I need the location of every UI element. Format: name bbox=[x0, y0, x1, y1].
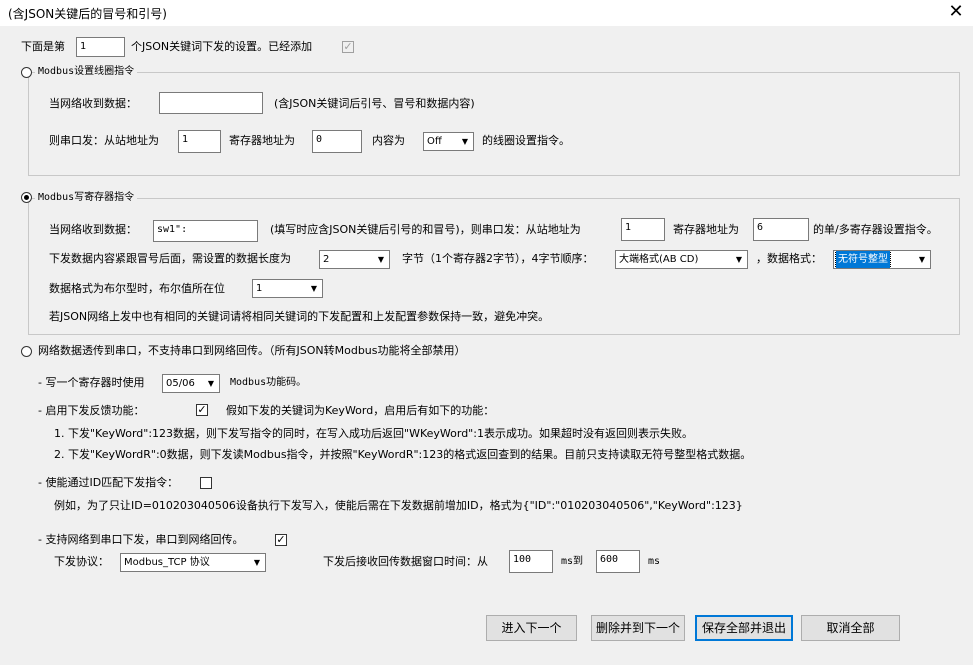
coil-recv-input[interactable] bbox=[159, 92, 263, 114]
chevron-down-icon: ▼ bbox=[918, 255, 926, 264]
func-suffix: Modbus功能码。 bbox=[230, 377, 307, 388]
id-match-label: - 使能通过ID匹配下发指令： bbox=[38, 476, 179, 489]
reg-len-select[interactable]: 2 ▼ bbox=[319, 250, 390, 269]
reg-order-select[interactable]: 大端格式(AB CD) ▼ bbox=[615, 250, 748, 269]
cancel-button[interactable]: 取消全部 bbox=[801, 615, 900, 641]
feedback-checkbox[interactable]: ✓ bbox=[196, 404, 208, 416]
chevron-down-icon: ▼ bbox=[310, 284, 318, 293]
window-ms: ms bbox=[648, 556, 661, 567]
reg-hint: (填写时应含JSON关键后引号的和冒号)，则串口发：从站地址为 bbox=[270, 223, 581, 236]
reg-len-label: 下发数据内容紧跟冒号后面，需设置的数据长度为 bbox=[49, 252, 291, 265]
reg-recv-input[interactable]: sw1": bbox=[153, 220, 258, 242]
coil-reg-input[interactable]: 0 bbox=[312, 130, 362, 153]
coil-recv-hint: (含JSON关键词后引号、冒号和数据内容) bbox=[274, 97, 475, 110]
id-match-checkbox[interactable] bbox=[200, 477, 212, 489]
added-checkbox[interactable]: ✓ bbox=[342, 41, 354, 53]
delete-next-button[interactable]: 删除并到下一个 bbox=[591, 615, 685, 641]
next-button[interactable]: 进入下一个 bbox=[486, 615, 577, 641]
coil-content-select[interactable]: Off ▼ bbox=[423, 132, 474, 151]
reg-format-value: 无符号整型 bbox=[835, 251, 891, 268]
reg-len-value: 2 bbox=[323, 254, 330, 265]
coil-radio[interactable] bbox=[21, 67, 32, 78]
chevron-down-icon: ▼ bbox=[735, 255, 743, 264]
net-serial-checkbox[interactable]: ✓ bbox=[275, 534, 287, 546]
coil-reg-label: 寄存器地址为 bbox=[229, 134, 295, 147]
coil-title: Modbus设置线圈指令 bbox=[35, 64, 138, 80]
reg-recv-label: 当网络收到数据： bbox=[49, 223, 137, 236]
feedback-label: - 启用下发反馈功能： bbox=[38, 404, 145, 417]
window-title: (含JSON关键后的冒号和引号) bbox=[8, 7, 167, 21]
feedback-line1: 1. 下发"KeyWord":123数据，则下发写指令的同时，在写入成功后返回"… bbox=[54, 427, 693, 440]
save-exit-button[interactable]: 保存全部并退出 bbox=[695, 615, 793, 641]
protocol-label: 下发协议： bbox=[54, 555, 109, 568]
reg-format-select[interactable]: 无符号整型 ▼ bbox=[833, 250, 931, 269]
protocol-value: Modbus_TCP 协议 bbox=[124, 557, 210, 568]
reg-format-label: ，数据格式： bbox=[756, 252, 822, 265]
window-from-input[interactable]: 100 bbox=[509, 550, 553, 573]
intro-suffix: 个JSON关键词下发的设置。已经添加 bbox=[131, 40, 313, 53]
feedback-desc: 假如下发的关键词为KeyWord，启用后有如下的功能： bbox=[226, 404, 495, 417]
coil-content-label: 内容为 bbox=[372, 134, 405, 147]
coil-content-value: Off bbox=[427, 136, 442, 147]
reg-reg-label: 寄存器地址为 bbox=[673, 223, 739, 236]
coil-end-label: 的线圈设置指令。 bbox=[482, 134, 570, 147]
coil-send-label: 则串口发：从站地址为 bbox=[49, 134, 159, 147]
reg-bool-value: 1 bbox=[256, 283, 263, 294]
passthrough-radio[interactable] bbox=[21, 346, 32, 357]
reg-bool-select[interactable]: 1 ▼ bbox=[252, 279, 323, 298]
func-prefix: - 写一个寄存器时使用 bbox=[38, 376, 145, 389]
reg-note: 若JSON网络上发中也有相同的关键词请将相同关键词的下发配置和上发配置参数保持一… bbox=[49, 310, 550, 323]
reg-byte-label: 字节（1个寄存器2字节），4字节顺序： bbox=[402, 252, 594, 265]
net-serial-label: - 支持网络到串口下发，串口到网络回传。 bbox=[38, 533, 244, 546]
close-icon[interactable]: ✕ bbox=[944, 2, 968, 24]
window-ms-to: ms到 bbox=[561, 556, 584, 567]
chevron-down-icon: ▼ bbox=[207, 379, 215, 388]
intro-prefix: 下面是第 bbox=[21, 40, 65, 53]
register-radio[interactable] bbox=[21, 192, 32, 203]
id-example: 例如，为了只让ID=010203040506设备执行下发写入，使能后需在下发数据… bbox=[54, 499, 743, 512]
coil-group bbox=[28, 72, 960, 176]
window-to-input[interactable]: 600 bbox=[596, 550, 640, 573]
coil-recv-label: 当网络收到数据： bbox=[49, 97, 137, 110]
protocol-select[interactable]: Modbus_TCP 协议 ▼ bbox=[120, 553, 266, 572]
feedback-line2: 2. 下发"KeyWordR":0数据，则下发读Modbus指令，并按照"Key… bbox=[54, 448, 752, 461]
register-title: Modbus写寄存器指令 bbox=[35, 190, 138, 206]
passthrough-title: 网络数据透传到串口，不支持串口到网络回传。（所有JSON转Modbus功能将全部… bbox=[38, 344, 466, 357]
reg-reg-input[interactable]: 6 bbox=[753, 218, 809, 241]
reg-bool-label: 数据格式为布尔型时，布尔值所在位 bbox=[49, 282, 225, 295]
func-code-value: 05/06 bbox=[166, 378, 195, 389]
window-time-label: 下发后接收回传数据窗口时间：从 bbox=[323, 555, 488, 568]
reg-end-label: 的单/多寄存器设置指令。 bbox=[813, 223, 938, 236]
chevron-down-icon: ▼ bbox=[377, 255, 385, 264]
coil-slave-input[interactable]: 1 bbox=[178, 130, 221, 153]
reg-order-value: 大端格式(AB CD) bbox=[619, 254, 699, 265]
chevron-down-icon: ▼ bbox=[253, 558, 261, 567]
reg-slave-input[interactable]: 1 bbox=[621, 218, 665, 241]
func-code-select[interactable]: 05/06 ▼ bbox=[162, 374, 220, 393]
chevron-down-icon: ▼ bbox=[461, 137, 469, 146]
keyword-index-input[interactable]: 1 bbox=[76, 37, 125, 57]
